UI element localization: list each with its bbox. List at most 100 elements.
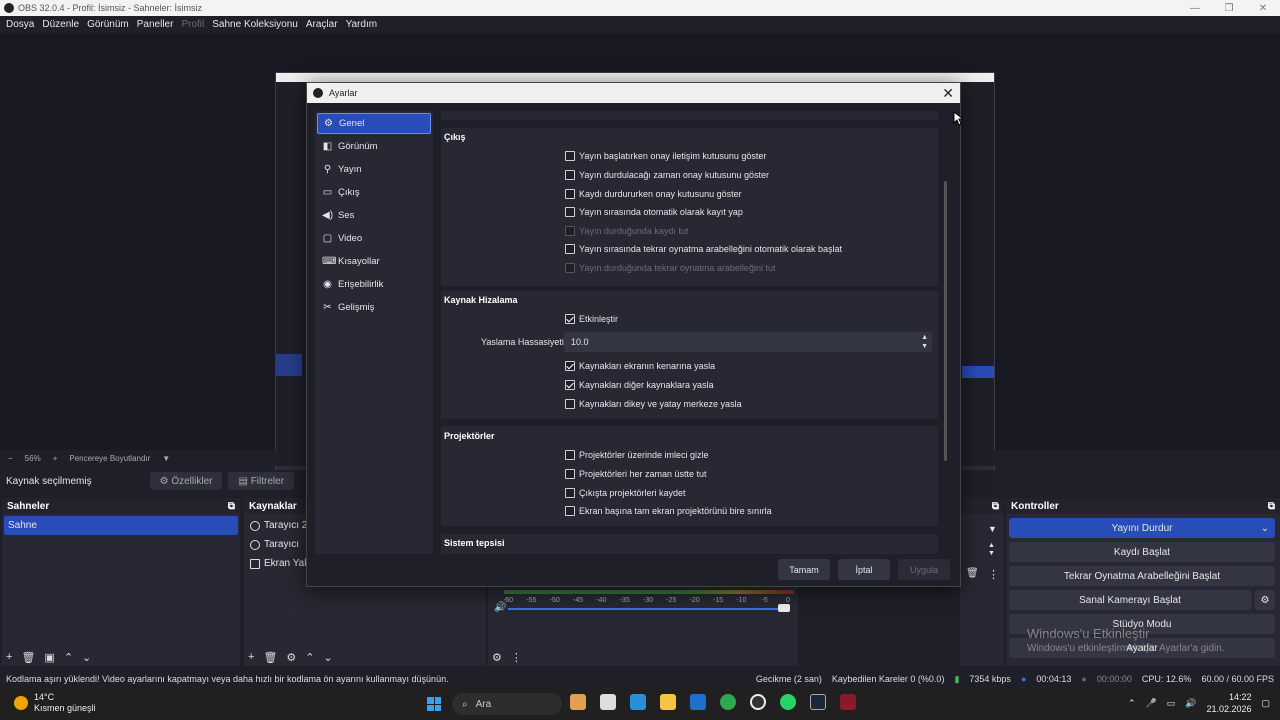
more-icon[interactable]: ⋮ — [511, 651, 522, 664]
scene-item[interactable]: Sahne — [4, 516, 238, 535]
checkbox-row[interactable]: Yayın durdulacağı zaman onay kutusunu gö… — [565, 170, 769, 180]
stop-stream-button[interactable]: Yayını Durdur ⌄ — [1009, 518, 1275, 538]
volume-knob[interactable] — [778, 604, 790, 612]
remove-scene-icon[interactable]: 🗑 — [21, 651, 35, 664]
checkbox-row[interactable]: Kaydı durdururken onay kutusunu göster — [565, 189, 742, 199]
activation-watermark: Windows'u Etkinleştir Windows'u etkinleş… — [1027, 626, 1225, 654]
nav-video[interactable]: ▢ Video — [317, 228, 431, 249]
menu-sahne-koleksiyonu[interactable]: Sahne Koleksiyonu — [212, 19, 298, 30]
close-window-icon[interactable]: ✕ — [1246, 0, 1280, 16]
app-icon[interactable] — [840, 694, 856, 710]
start-replay-buffer-button[interactable]: Tekrar Oynatma Arabelleğini Başlat — [1009, 566, 1275, 586]
zoom-mode[interactable]: Pencereye Boyutlandır — [69, 454, 150, 463]
store-icon[interactable] — [690, 694, 706, 710]
scrollbar[interactable] — [944, 181, 947, 461]
dock-float-icon[interactable]: ⧉ — [992, 501, 999, 512]
section-title: Projektörler — [444, 431, 495, 441]
checkbox-row[interactable]: Kaynakları dikey ve yatay merkeze yasla — [565, 399, 742, 409]
remove-source-icon[interactable]: 🗑 — [263, 651, 277, 664]
checkbox-row[interactable]: Kaynakları diğer kaynaklara yasla — [565, 380, 714, 390]
move-down-icon[interactable]: ⌄ — [82, 651, 91, 664]
checkbox-row[interactable]: Yayın sırasında otomatik olarak kayıt ya… — [565, 207, 743, 217]
zoom-in-button[interactable]: + — [53, 454, 58, 463]
menu-araclar[interactable]: Araçlar — [306, 19, 338, 30]
volume-icon[interactable]: 🔊 — [1185, 698, 1196, 709]
mixer-tick-label: -25 — [666, 597, 676, 604]
gear-icon[interactable]: ⚙ — [1255, 590, 1275, 610]
speaker-icon[interactable]: 🔊 — [494, 602, 506, 613]
notification-icon[interactable]: ▢ — [1261, 698, 1270, 709]
network-icon[interactable]: ▭ — [1167, 698, 1176, 709]
minimize-icon[interactable]: — — [1178, 0, 1212, 16]
add-scene-icon[interactable]: + — [6, 651, 12, 664]
filter-scene-icon[interactable]: ▣ — [44, 651, 54, 664]
obs-taskbar-icon[interactable] — [750, 694, 766, 710]
checkbox-row[interactable]: Etkinleştir — [565, 314, 618, 324]
microphone-icon[interactable]: 🎤 — [1145, 698, 1156, 709]
maximize-icon[interactable]: ❐ — [1212, 0, 1246, 16]
scenes-dock: Sahneler ⧉ Sahne + 🗑 ▣ ⌃ ⌄ — [2, 498, 240, 666]
menu-yardim[interactable]: Yardım — [346, 19, 378, 30]
zoom-out-button[interactable]: − — [8, 454, 13, 463]
checkbox-row[interactable]: Projektörler üzerinde imleci gizle — [565, 450, 709, 460]
whatsapp-icon[interactable] — [780, 694, 796, 710]
menu-paneller[interactable]: Paneller — [137, 19, 174, 30]
menu-duzenle[interactable]: Düzenle — [42, 19, 79, 30]
chevron-down-icon[interactable]: ▼ — [162, 454, 170, 463]
explorer-icon[interactable] — [660, 694, 676, 710]
nav-erisebilirlik[interactable]: ◉ Erişebilirlik — [317, 274, 431, 295]
mixer-tick-label: -15 — [713, 597, 723, 604]
nav-genel[interactable]: ⚙ Genel — [317, 113, 431, 134]
checkbox-row[interactable]: Yayın başlatırken onay iletişim kutusunu… — [565, 151, 766, 161]
more-icon[interactable]: ⋮ — [988, 568, 999, 581]
window-title: OBS 32.0.4 - Profil: İsimsiz - Sahneler:… — [18, 3, 203, 13]
chrome-icon[interactable] — [720, 694, 736, 710]
widget-icon[interactable] — [570, 694, 586, 710]
apply-button[interactable]: Uygula — [898, 559, 950, 580]
nav-ses[interactable]: ◀) Ses — [317, 205, 431, 226]
menu-gorunum[interactable]: Görünüm — [87, 19, 129, 30]
checkbox-row[interactable]: Projektörleri her zaman üstte tut — [565, 469, 707, 479]
taskview-icon[interactable] — [600, 694, 616, 710]
checkbox-row[interactable]: Kaynakları ekranın kenarına yasla — [565, 361, 715, 371]
chevron-up-icon[interactable]: ⌃ — [1128, 698, 1136, 709]
nav-kisayollar[interactable]: ⌨ Kısayollar — [317, 251, 431, 272]
taskbar-search[interactable]: ⌕ Ara — [452, 693, 562, 715]
ok-button[interactable]: Tamam — [778, 559, 830, 580]
checkbox-row[interactable]: Yayın sırasında tekrar oynatma arabelleğ… — [565, 244, 842, 254]
spin-arrows-icon[interactable]: ▲ ▼ — [988, 542, 995, 558]
steam-icon[interactable] — [810, 694, 826, 710]
mixer-settings-icon[interactable]: ⚙ — [492, 651, 502, 664]
filters-button[interactable]: ▤ Filtreler — [228, 472, 295, 490]
checkbox-row[interactable]: Çıkışta projektörleri kaydet — [565, 488, 686, 498]
cancel-button[interactable]: İptal — [838, 559, 890, 580]
move-up-icon[interactable]: ⌃ — [64, 651, 73, 664]
volume-slider[interactable] — [508, 608, 790, 610]
start-virtual-camera-button[interactable]: Sanal Kamerayı Başlat — [1009, 590, 1251, 610]
dock-float-icon[interactable]: ⧉ — [1268, 501, 1275, 512]
nav-gelismis[interactable]: ✂ Gelişmiş — [317, 297, 431, 318]
checkbox-row[interactable]: Ekran başına tam ekran projektörünü bire… — [565, 506, 772, 516]
close-icon[interactable]: ✕ — [942, 85, 954, 102]
move-up-icon[interactable]: ⌃ — [305, 651, 314, 664]
windows-start-icon[interactable] — [427, 697, 441, 711]
output-section: Çıkış Yayın başlatırken onay iletişim ku… — [441, 128, 938, 286]
start-recording-button[interactable]: Kaydı Başlat — [1009, 542, 1275, 562]
add-source-icon[interactable]: + — [248, 651, 254, 664]
menu-dosya[interactable]: Dosya — [6, 19, 34, 30]
trash-icon[interactable]: 🗑 — [966, 568, 979, 579]
move-down-icon[interactable]: ⌄ — [324, 651, 333, 664]
nav-yayin[interactable]: ⚲ Yayın — [317, 159, 431, 180]
nav-cikis[interactable]: ▭ Çıkış — [317, 182, 431, 203]
source-settings-icon[interactable]: ⚙ — [286, 651, 296, 664]
chevron-down-icon[interactable]: ▼ — [988, 524, 997, 534]
checkbox — [565, 207, 575, 217]
menu-profil[interactable]: Profil — [181, 19, 204, 30]
edge-icon[interactable] — [630, 694, 646, 710]
clock[interactable]: 14:22 21.02.2026 — [1206, 691, 1251, 715]
weather-widget[interactable]: 14°C Kısmen güneşli — [14, 692, 96, 714]
properties-button[interactable]: ⚙ Özellikler — [149, 472, 223, 490]
dock-float-icon[interactable]: ⧉ — [228, 501, 235, 512]
nav-gorunum[interactable]: ◧ Görünüm — [317, 136, 431, 157]
sensitivity-spinbox[interactable]: 10.0 ▲ ▼ — [564, 332, 932, 352]
